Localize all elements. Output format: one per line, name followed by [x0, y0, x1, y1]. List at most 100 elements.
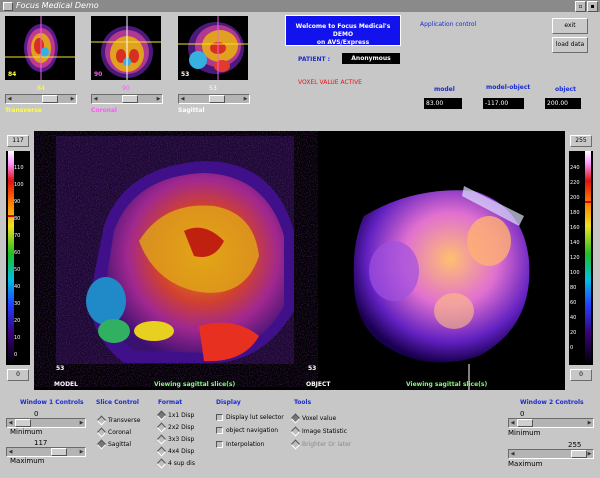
lut-tick: 80	[14, 216, 21, 222]
lut-tick: 20	[570, 330, 577, 336]
radio-diamond-selected-icon[interactable]	[96, 439, 107, 450]
window-title: Focus Medical Demo	[16, 1, 99, 10]
tool-voxel-value[interactable]: Voxel value	[290, 413, 336, 424]
tool-brighter-or-later[interactable]: Brighter Or later	[290, 439, 351, 450]
left-lut-max[interactable]: 117	[7, 135, 29, 147]
window2-min-slider[interactable]: ◀ ▶	[508, 418, 594, 428]
minimize-icon[interactable]: ▫	[575, 1, 586, 12]
slice-option-transverse[interactable]: Transverse	[96, 415, 140, 426]
radio-diamond-selected-icon[interactable]	[156, 410, 167, 421]
radio-diamond-icon[interactable]	[156, 446, 167, 457]
object-coord-field[interactable]: 200.00	[545, 98, 581, 109]
patient-label: PATIENT :	[298, 56, 331, 63]
viewer-canvas[interactable]	[34, 131, 565, 390]
lut-tick: 120	[570, 255, 580, 261]
slider-right-arrow-icon[interactable]: ▶	[78, 448, 85, 456]
slider-right-arrow-icon[interactable]: ▶	[242, 95, 249, 103]
coronal-slider-knob[interactable]	[122, 95, 138, 103]
format-group: Format 1x1 Disp 2x2 Disp 3x3 Disp 4x4 Di…	[156, 397, 208, 474]
display-lut-selector-toggle[interactable]: Display lut selector	[216, 414, 284, 421]
lut-tick: 40	[14, 284, 21, 290]
format-option-1x1[interactable]: 1x1 Disp	[156, 410, 194, 421]
lut-tick: 110	[14, 165, 24, 171]
slider-left-arrow-icon[interactable]: ◀	[509, 450, 516, 458]
sagittal-slider-knob[interactable]	[209, 95, 225, 103]
format-option-4x4[interactable]: 4x4 Disp	[156, 446, 194, 457]
lut-tick: 50	[14, 267, 21, 273]
transverse-label: Transverse	[5, 107, 42, 114]
lut-tick: 70	[14, 233, 21, 239]
sagittal-thumbnail[interactable]: 53	[178, 16, 248, 80]
tools-group: Tools Voxel value Image Statistic Bright…	[290, 397, 362, 474]
exit-button[interactable]: exit	[552, 18, 588, 34]
model-coord-label: model	[434, 86, 455, 93]
transverse-slider-knob[interactable]	[42, 95, 58, 103]
tools-title: Tools	[294, 399, 312, 406]
coronal-slider-value: 90	[122, 85, 130, 92]
slider-right-arrow-icon[interactable]: ▶	[78, 419, 85, 427]
slider-left-arrow-icon[interactable]: ◀	[6, 95, 13, 103]
checkbox-icon[interactable]	[216, 427, 223, 434]
format-option-2x2[interactable]: 2x2 Disp	[156, 422, 194, 433]
window1-min-slider[interactable]: ◀ ▶	[6, 418, 86, 428]
radio-diamond-icon[interactable]	[96, 415, 107, 426]
radio-diamond-icon[interactable]	[156, 434, 167, 445]
title-bar[interactable]: Focus Medical Demo ▫ ▪	[0, 0, 600, 12]
format-option-3x3[interactable]: 3x3 Disp	[156, 434, 194, 445]
welcome-line-1: Welcome to Focus Medical's DEMO	[295, 23, 391, 38]
lut-tick: 240	[570, 165, 580, 171]
slider-right-arrow-icon[interactable]: ▶	[586, 450, 593, 458]
transverse-slider[interactable]: ◀ ▶	[5, 94, 77, 104]
window1-max-knob[interactable]	[51, 448, 67, 456]
slider-left-arrow-icon[interactable]: ◀	[7, 448, 14, 456]
maximize-icon[interactable]: ▪	[587, 1, 598, 12]
window-menu-icon[interactable]	[3, 2, 13, 11]
radio-diamond-selected-icon[interactable]	[290, 413, 301, 424]
window2-title: Window 2 Controls	[520, 399, 584, 406]
lut-tick: 30	[14, 301, 21, 307]
slider-right-arrow-icon[interactable]: ▶	[155, 95, 162, 103]
slider-right-arrow-icon[interactable]: ▶	[69, 95, 76, 103]
load-data-button[interactable]: load data	[552, 37, 588, 53]
model-object-coord-field[interactable]: -117.00	[483, 98, 524, 109]
object-navigation-toggle[interactable]: object navigation	[216, 427, 278, 434]
model-label: MODEL	[54, 381, 78, 388]
coronal-label: Coronal	[91, 107, 117, 114]
lut-tick: 200	[570, 195, 580, 201]
radio-diamond-icon[interactable]	[156, 458, 167, 469]
window1-max-slider[interactable]: ◀ ▶	[6, 447, 86, 457]
radio-diamond-icon[interactable]	[96, 427, 107, 438]
main-viewer[interactable]: 53 53 MODEL Viewing sagittal slice(s) OB…	[34, 131, 565, 390]
patient-name-field[interactable]: Anonymous	[342, 53, 400, 64]
window1-min-knob[interactable]	[15, 419, 31, 427]
sagittal-slider[interactable]: ◀ ▶	[178, 94, 250, 104]
radio-diamond-icon[interactable]	[156, 422, 167, 433]
window2-max-slider[interactable]: ◀ ▶	[508, 449, 594, 459]
model-coord-field[interactable]: 83.00	[424, 98, 462, 109]
radio-diamond-icon[interactable]	[290, 426, 301, 437]
format-option-4sup[interactable]: 4 sup dis	[156, 458, 195, 469]
slider-left-arrow-icon[interactable]: ◀	[509, 419, 516, 427]
checkbox-icon[interactable]	[216, 414, 223, 421]
slider-right-arrow-icon[interactable]: ▶	[586, 419, 593, 427]
interpolation-toggle[interactable]: Interpolation	[216, 441, 264, 448]
slice-option-coronal[interactable]: Coronal	[96, 427, 131, 438]
checkbox-icon[interactable]	[216, 441, 223, 448]
slider-left-arrow-icon[interactable]: ◀	[7, 419, 14, 427]
window2-max-knob[interactable]	[571, 450, 587, 458]
slider-left-arrow-icon[interactable]: ◀	[179, 95, 186, 103]
tool-image-statistic[interactable]: Image Statistic	[290, 426, 347, 437]
application-control-label: Application control	[420, 21, 477, 28]
slider-left-arrow-icon[interactable]: ◀	[92, 95, 99, 103]
radio-diamond-icon[interactable]	[290, 439, 301, 450]
transverse-thumbnail[interactable]: 84	[5, 16, 75, 80]
coronal-thumbnail[interactable]: 90	[91, 16, 161, 80]
left-lut-min[interactable]: 0	[7, 369, 29, 381]
coronal-slider[interactable]: ◀ ▶	[91, 94, 163, 104]
window2-min-knob[interactable]	[517, 419, 533, 427]
window2-min-label: Minimum	[508, 429, 541, 437]
right-lut-max[interactable]: 255	[570, 135, 592, 147]
slice-option-sagittal[interactable]: Sagittal	[96, 439, 131, 450]
right-lut-min[interactable]: 0	[570, 369, 592, 381]
lut-tick: 220	[570, 180, 580, 186]
